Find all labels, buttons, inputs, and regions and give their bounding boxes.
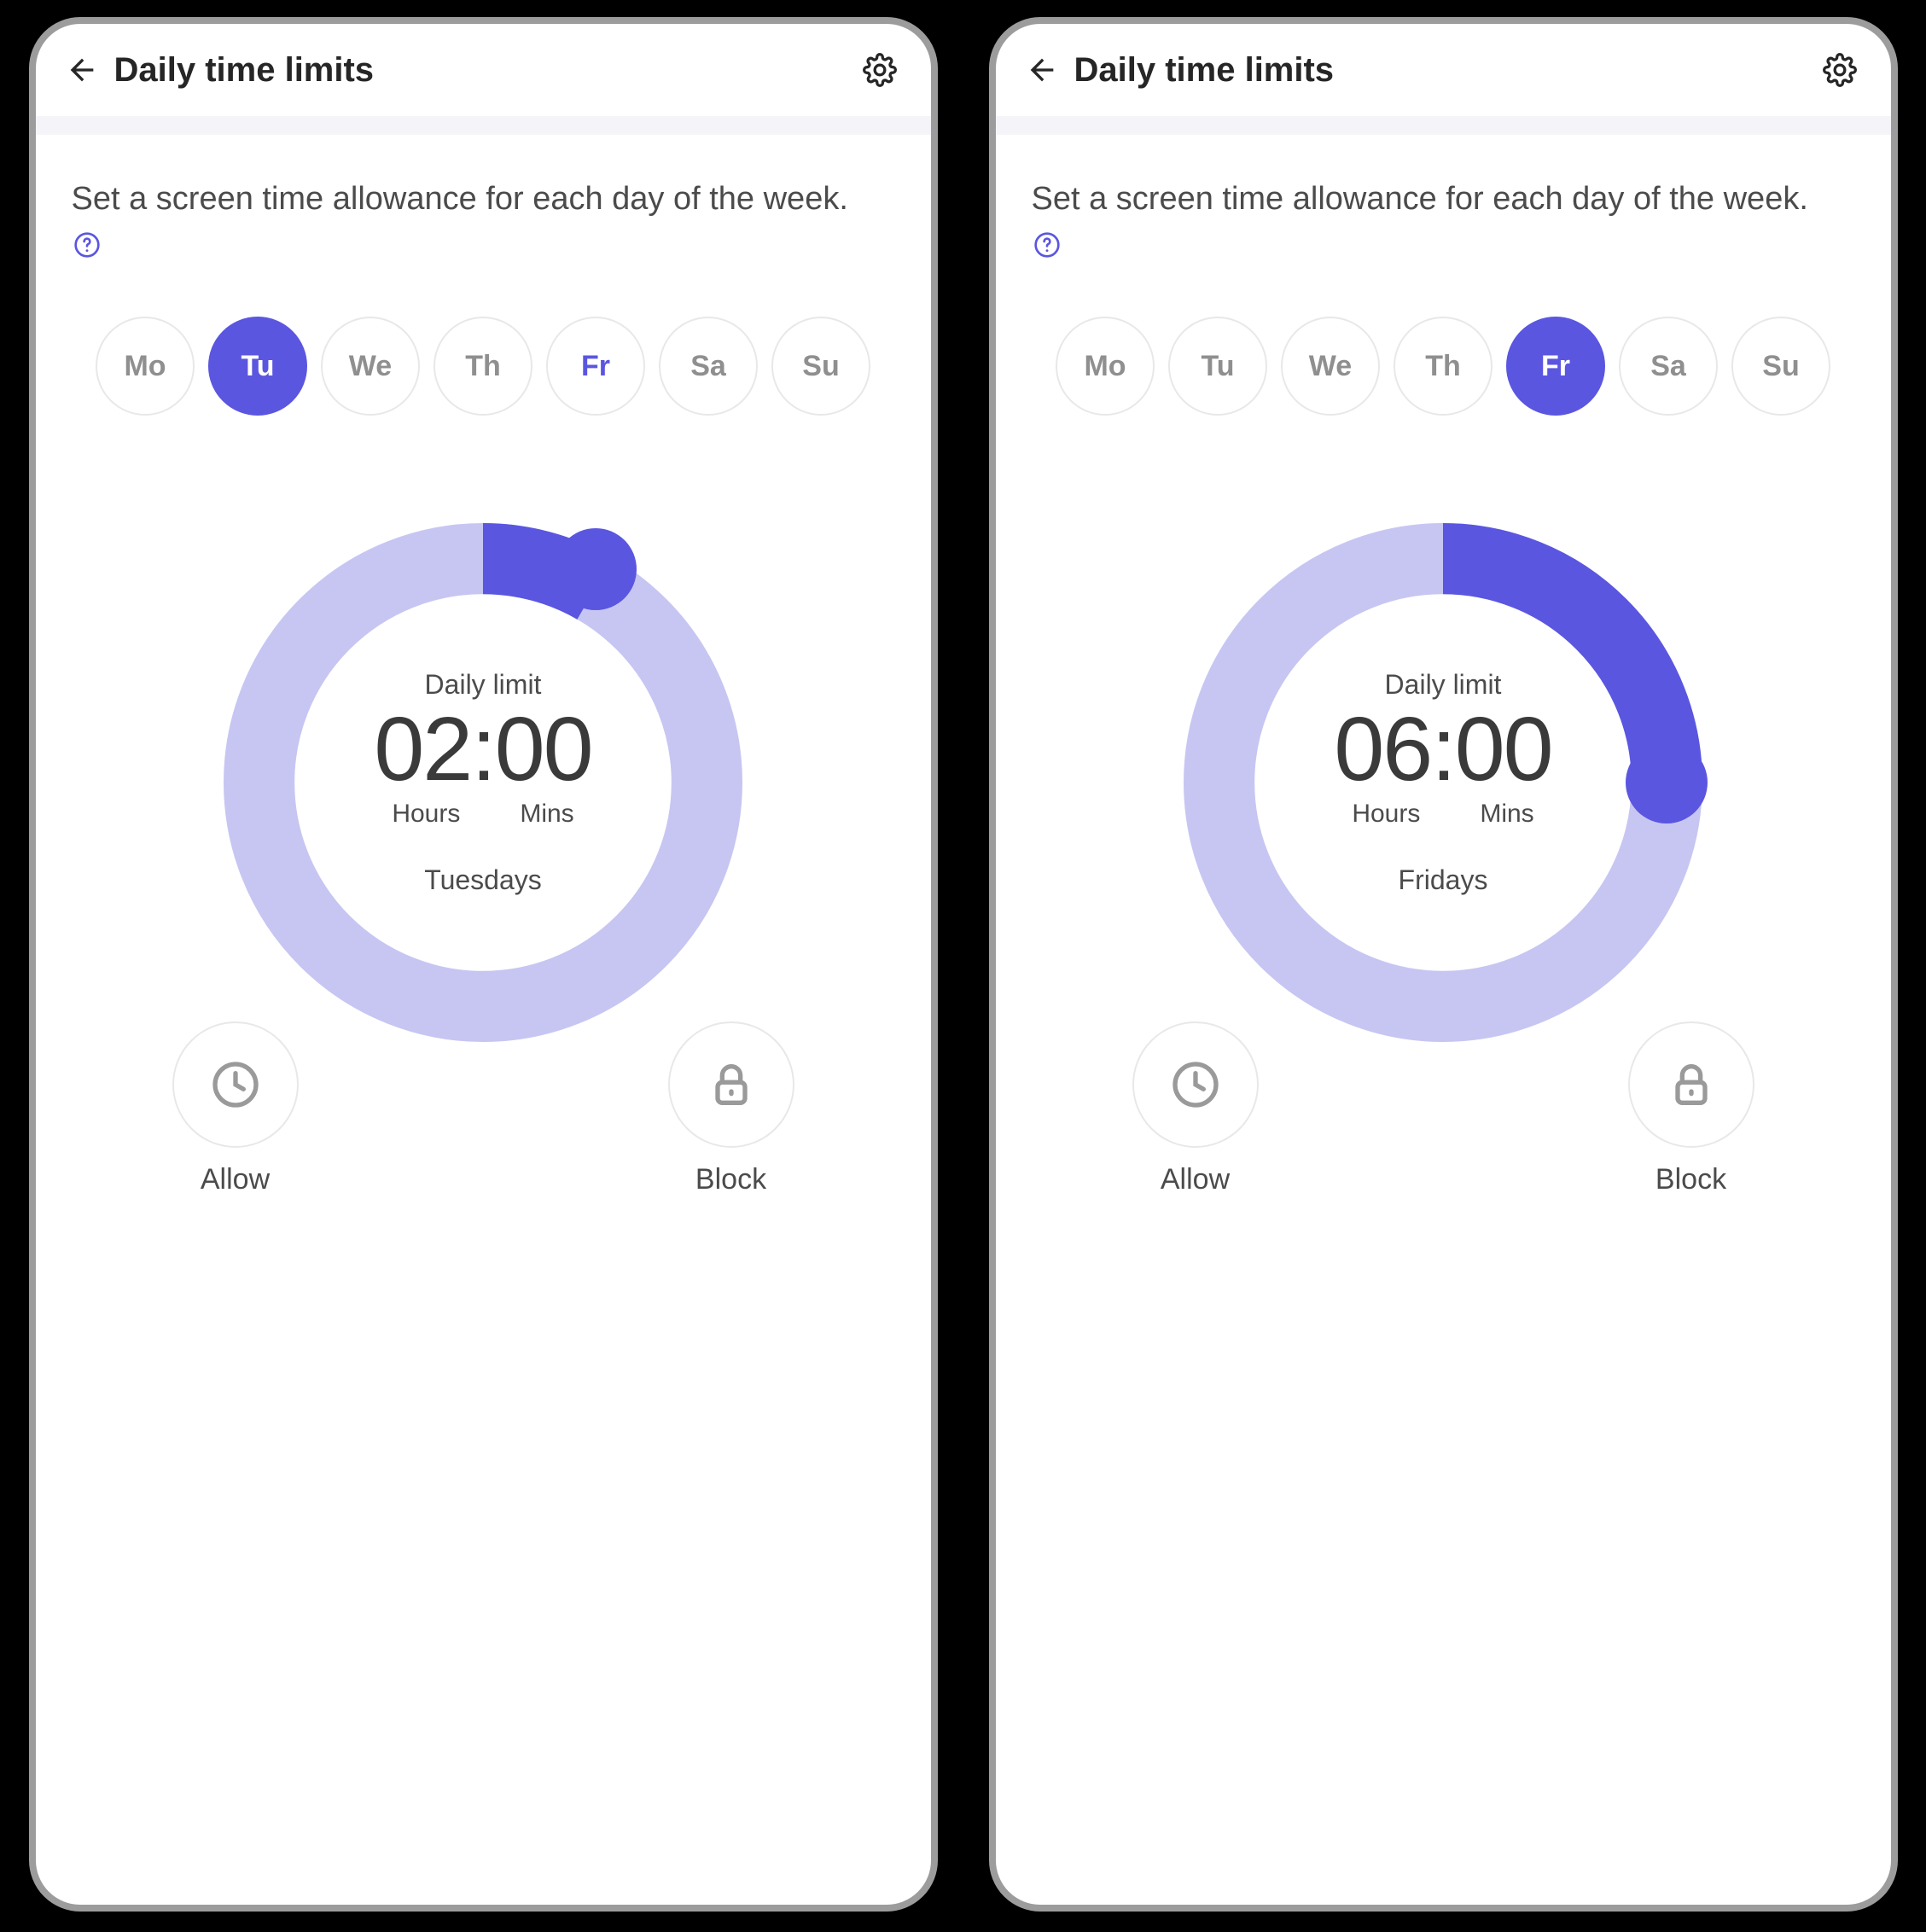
block-label: Block: [1655, 1163, 1726, 1196]
arrow-left-icon: [65, 53, 99, 87]
intro-section: Set a screen time allowance for each day…: [36, 135, 931, 269]
day-pill-tu[interactable]: Tu: [208, 317, 307, 416]
intro-text: Set a screen time allowance for each day…: [72, 177, 895, 221]
day-pill-we[interactable]: We: [1281, 317, 1380, 416]
day-pill-th[interactable]: Th: [1394, 317, 1493, 416]
day-label: We: [349, 350, 392, 383]
hours-unit-label: Hours: [392, 800, 460, 829]
header-divider: [996, 116, 1891, 135]
time-units: Hours Mins: [1352, 800, 1533, 829]
settings-button[interactable]: [1818, 48, 1862, 92]
gear-icon: [1823, 53, 1857, 87]
day-label: Sa: [690, 350, 726, 383]
day-selector: Mo Tu We Th Fr Sa Su: [996, 269, 1891, 424]
day-pill-mo[interactable]: Mo: [96, 317, 195, 416]
day-pill-th[interactable]: Th: [433, 317, 532, 416]
back-button[interactable]: [60, 48, 104, 92]
day-label: Su: [802, 350, 839, 383]
page-title: Daily time limits: [114, 51, 858, 90]
day-label: Tu: [241, 350, 274, 383]
help-circle-icon: [73, 231, 101, 259]
day-pill-fr[interactable]: Fr: [1506, 317, 1605, 416]
page-title: Daily time limits: [1074, 51, 1818, 90]
settings-button[interactable]: [858, 48, 902, 92]
day-pill-mo[interactable]: Mo: [1056, 317, 1155, 416]
time-dial[interactable]: Daily limit 06:00 Hours Mins Fridays: [1170, 509, 1716, 1056]
dial-container: Daily limit 02:00 Hours Mins Tuesdays: [36, 424, 931, 1056]
day-label: Mo: [124, 350, 166, 383]
help-circle-icon: [1033, 231, 1061, 259]
day-label: Fr: [581, 350, 610, 383]
mins-unit-label: Mins: [520, 800, 573, 829]
day-label: Th: [465, 350, 501, 383]
time-value: 02:00: [374, 704, 591, 794]
intro-text: Set a screen time allowance for each day…: [1032, 177, 1855, 221]
time-dial[interactable]: Daily limit 02:00 Hours Mins Tuesdays: [210, 509, 756, 1056]
day-label: Th: [1425, 350, 1461, 383]
intro-section: Set a screen time allowance for each day…: [996, 135, 1891, 269]
time-units: Hours Mins: [392, 800, 573, 829]
daily-limit-label: Daily limit: [1385, 669, 1502, 701]
dial-container: Daily limit 06:00 Hours Mins Fridays: [996, 424, 1891, 1056]
phone-screen-left: Daily time limits Set a screen time allo…: [29, 17, 938, 1912]
day-pill-sa[interactable]: Sa: [1619, 317, 1718, 416]
clock-icon: [208, 1057, 263, 1112]
day-pill-su[interactable]: Su: [771, 317, 870, 416]
day-label: Mo: [1084, 350, 1126, 383]
lock-icon: [704, 1057, 759, 1112]
app-header: Daily time limits: [996, 24, 1891, 116]
daily-limit-label: Daily limit: [425, 669, 542, 701]
day-label: Sa: [1650, 350, 1686, 383]
phone-screen-right: Daily time limits Set a screen time allo…: [989, 17, 1898, 1912]
app-header: Daily time limits: [36, 24, 931, 116]
header-divider: [36, 116, 931, 135]
day-pill-fr[interactable]: Fr: [546, 317, 645, 416]
hours-unit-label: Hours: [1352, 800, 1420, 829]
day-selector: Mo Tu We Th Fr Sa Su: [36, 269, 931, 424]
clock-icon: [1168, 1057, 1223, 1112]
help-button[interactable]: [72, 230, 102, 260]
back-button[interactable]: [1020, 48, 1064, 92]
time-value: 06:00: [1334, 704, 1551, 794]
day-label: Su: [1762, 350, 1799, 383]
allow-label: Allow: [1161, 1163, 1230, 1196]
arrow-left-icon: [1025, 53, 1059, 87]
dial-readout: Daily limit 02:00 Hours Mins Tuesdays: [210, 509, 756, 1056]
day-pill-we[interactable]: We: [321, 317, 420, 416]
mins-unit-label: Mins: [1480, 800, 1533, 829]
selected-day-name: Tuesdays: [424, 864, 542, 896]
day-pill-tu[interactable]: Tu: [1168, 317, 1267, 416]
help-button[interactable]: [1032, 230, 1062, 260]
allow-label: Allow: [201, 1163, 270, 1196]
block-label: Block: [695, 1163, 766, 1196]
day-pill-su[interactable]: Su: [1731, 317, 1830, 416]
day-label: We: [1309, 350, 1352, 383]
selected-day-name: Fridays: [1399, 864, 1488, 896]
gear-icon: [863, 53, 897, 87]
day-pill-sa[interactable]: Sa: [659, 317, 758, 416]
day-label: Tu: [1201, 350, 1234, 383]
dial-readout: Daily limit 06:00 Hours Mins Fridays: [1170, 509, 1716, 1056]
lock-icon: [1664, 1057, 1719, 1112]
day-label: Fr: [1541, 350, 1570, 383]
